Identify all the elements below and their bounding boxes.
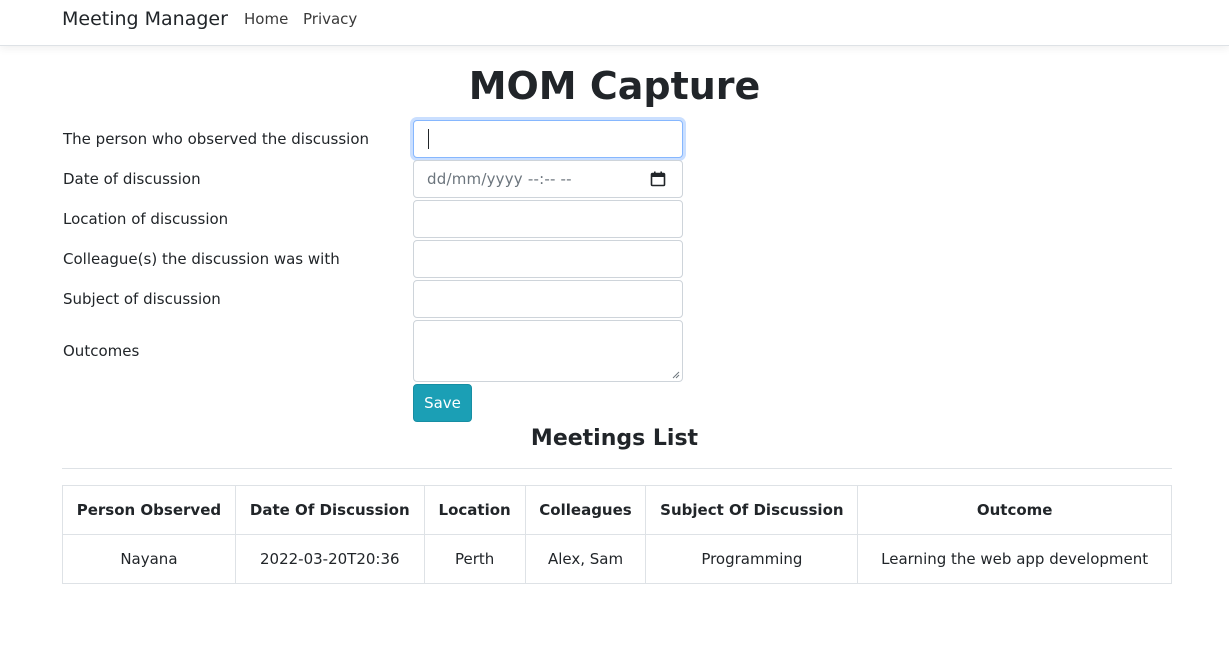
column-header-location: Location [423, 485, 526, 535]
cell-colleagues: Alex, Sam [524, 534, 647, 584]
cell-outcome: Learning the web app development [857, 534, 1172, 584]
save-button[interactable]: Save [413, 384, 472, 422]
date-label: Date of discussion [63, 170, 201, 188]
cell-subject: Programming [645, 534, 859, 584]
colleagues-input[interactable] [413, 240, 683, 278]
date-input[interactable]: dd/mm/yyyy --:-- -- [413, 160, 683, 198]
column-header-subject: Subject Of Discussion [645, 485, 859, 535]
section-divider [62, 468, 1172, 469]
top-navbar: Meeting Manager Home Privacy [0, 0, 1229, 46]
observer-label: The person who observed the discussion [63, 130, 369, 148]
cell-date: 2022-03-20T20:36 [234, 534, 425, 584]
nav-link-privacy[interactable]: Privacy [303, 10, 357, 28]
page-title: MOM Capture [468, 64, 761, 108]
cell-person-observed: Nayana [62, 534, 236, 584]
colleagues-label: Colleague(s) the discussion was with [63, 250, 340, 268]
column-header-colleagues: Colleagues [524, 485, 647, 535]
outcomes-textarea[interactable] [413, 320, 683, 382]
column-header-person-observed: Person Observed [62, 485, 236, 535]
nav-link-home[interactable]: Home [244, 10, 288, 28]
date-placeholder: dd/mm/yyyy --:-- -- [427, 170, 572, 188]
brand-link[interactable]: Meeting Manager [62, 8, 228, 30]
text-caret [428, 129, 429, 149]
meetings-table: Person Observed Date Of Discussion Locat… [62, 485, 1172, 584]
subject-input[interactable] [413, 280, 683, 318]
cell-location: Perth [423, 534, 526, 584]
meetings-list-title: Meetings List [530, 426, 699, 451]
column-header-outcome: Outcome [857, 485, 1172, 535]
calendar-icon[interactable] [650, 171, 666, 187]
location-label: Location of discussion [63, 210, 229, 228]
table-row: Nayana 2022-03-20T20:36 Perth Alex, Sam … [62, 534, 1172, 584]
resize-grip-icon[interactable] [672, 371, 680, 379]
subject-label: Subject of discussion [63, 290, 221, 308]
outcomes-label: Outcomes [63, 342, 140, 360]
observer-input[interactable] [413, 120, 683, 158]
location-input[interactable] [413, 200, 683, 238]
column-header-date: Date Of Discussion [234, 485, 425, 535]
table-header-row: Person Observed Date Of Discussion Locat… [62, 485, 1172, 535]
